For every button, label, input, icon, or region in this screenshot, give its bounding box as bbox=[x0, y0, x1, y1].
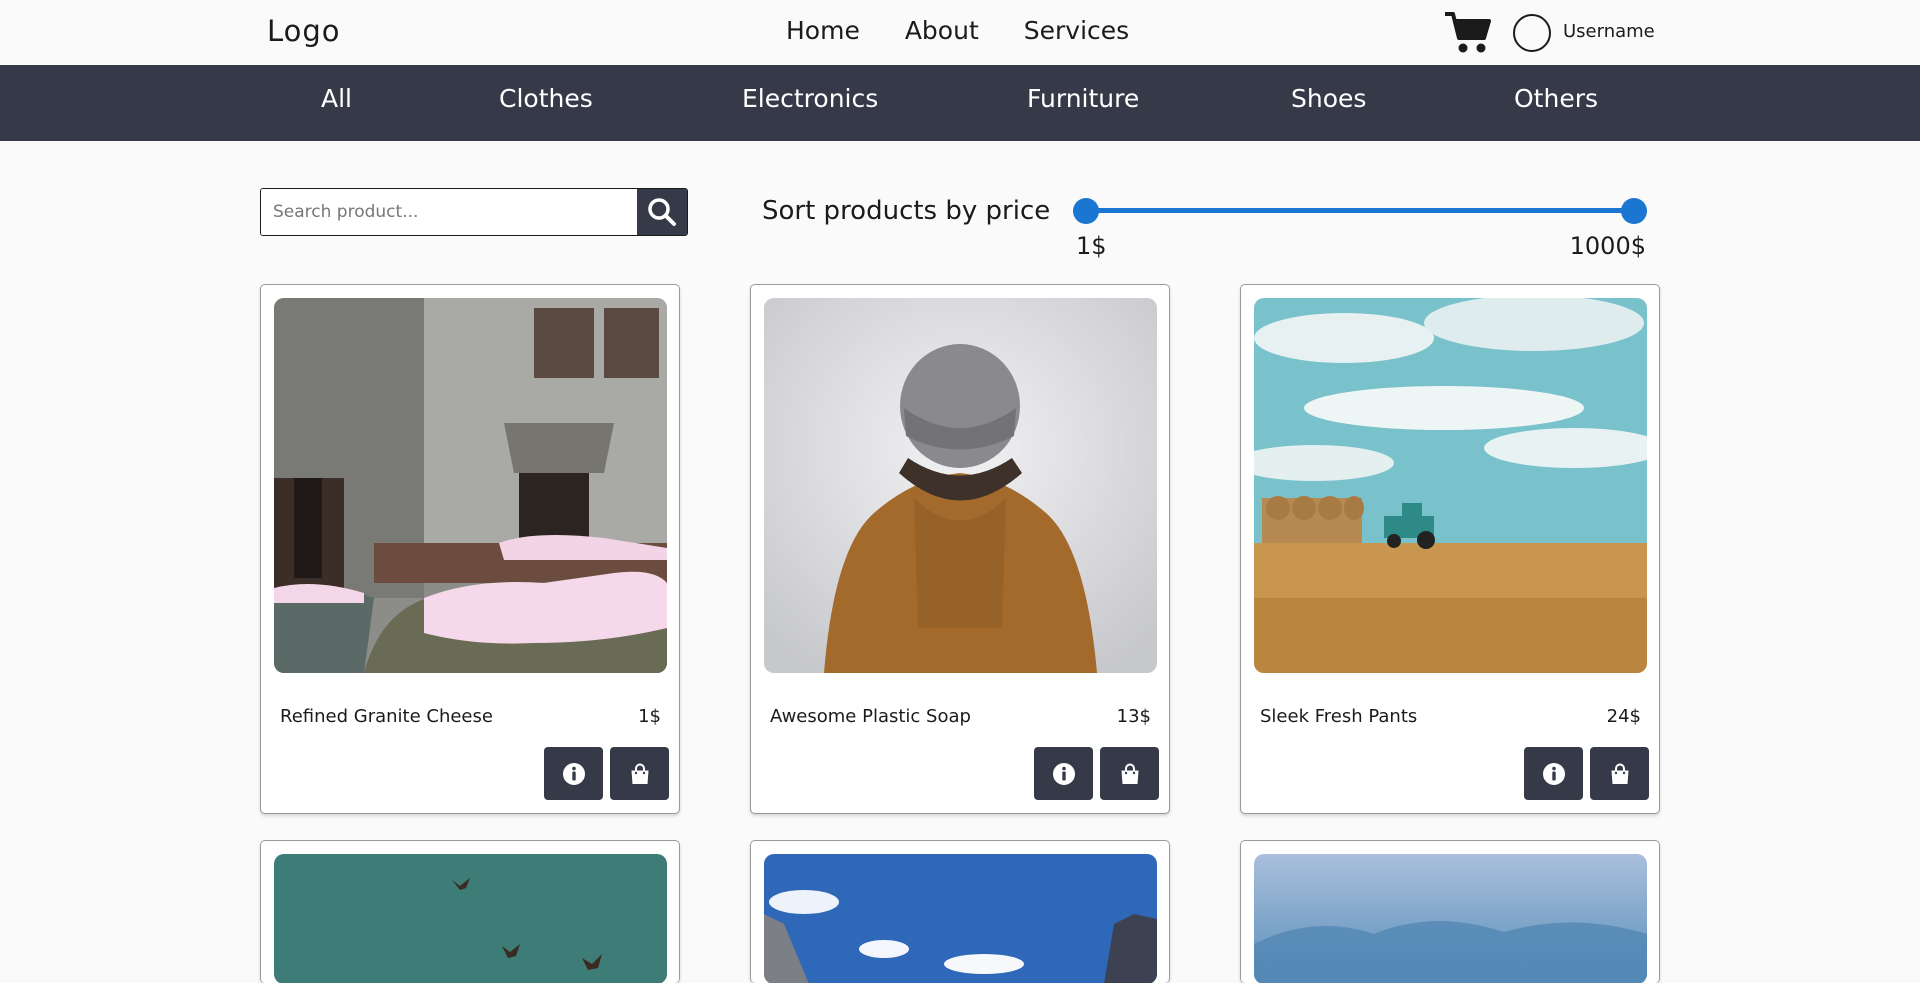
add-to-cart-button[interactable] bbox=[1100, 747, 1159, 800]
cart-icon[interactable] bbox=[1443, 9, 1493, 55]
product-info-button[interactable] bbox=[1524, 747, 1583, 800]
product-name: Awesome Plastic Soap bbox=[770, 706, 971, 727]
product-image[interactable] bbox=[1254, 298, 1647, 673]
search-icon bbox=[648, 198, 676, 226]
add-to-cart-button[interactable] bbox=[610, 747, 669, 800]
main-nav: Home About Services bbox=[786, 16, 1129, 45]
product-info-button[interactable] bbox=[1034, 747, 1093, 800]
info-icon bbox=[1542, 762, 1565, 785]
nav-link-about[interactable]: About bbox=[905, 16, 979, 45]
slider-thumb-min[interactable] bbox=[1073, 198, 1099, 224]
price-max-value: 1000$ bbox=[1569, 232, 1646, 260]
sort-price-label: Sort products by price bbox=[762, 196, 1051, 226]
nav-link-services[interactable]: Services bbox=[1024, 16, 1129, 45]
product-image[interactable] bbox=[274, 298, 667, 673]
product-image[interactable] bbox=[1254, 854, 1647, 983]
shopping-bag-icon bbox=[1611, 763, 1628, 784]
slider-track[interactable] bbox=[1075, 208, 1645, 213]
product-info-button[interactable] bbox=[544, 747, 603, 800]
info-icon bbox=[1052, 762, 1075, 785]
category-others[interactable]: Others bbox=[1514, 84, 1598, 113]
product-image[interactable] bbox=[764, 854, 1157, 983]
avatar[interactable] bbox=[1513, 14, 1551, 52]
shopping-bag-icon bbox=[631, 763, 648, 784]
slider-thumb-max[interactable] bbox=[1621, 198, 1647, 224]
shopping-bag-icon bbox=[1121, 763, 1138, 784]
product-image[interactable] bbox=[274, 854, 667, 983]
category-clothes[interactable]: Clothes bbox=[499, 84, 593, 113]
search-box bbox=[260, 188, 688, 236]
product-card bbox=[1240, 840, 1660, 983]
product-image[interactable] bbox=[764, 298, 1157, 673]
product-price: 24$ bbox=[1606, 706, 1641, 727]
search-input[interactable] bbox=[261, 189, 637, 235]
username[interactable]: Username bbox=[1563, 21, 1655, 42]
price-min-value: 1$ bbox=[1076, 232, 1107, 260]
product-name: Sleek Fresh Pants bbox=[1260, 706, 1418, 727]
logo[interactable]: Logo bbox=[267, 14, 341, 48]
search-button[interactable] bbox=[637, 189, 687, 235]
category-all[interactable]: All bbox=[321, 84, 352, 113]
product-price: 1$ bbox=[638, 706, 661, 727]
top-header: Logo Home About Services Username bbox=[0, 0, 1920, 65]
price-range-slider[interactable] bbox=[1073, 194, 1647, 226]
product-card: Refined Granite Cheese 1$ bbox=[260, 284, 680, 814]
product-card bbox=[750, 840, 1170, 983]
category-electronics[interactable]: Electronics bbox=[742, 84, 878, 113]
product-card: Sleek Fresh Pants 24$ bbox=[1240, 284, 1660, 814]
product-name: Refined Granite Cheese bbox=[280, 706, 493, 727]
category-shoes[interactable]: Shoes bbox=[1291, 84, 1366, 113]
category-bar: All Clothes Electronics Furniture Shoes … bbox=[0, 65, 1920, 141]
add-to-cart-button[interactable] bbox=[1590, 747, 1649, 800]
product-card bbox=[260, 840, 680, 983]
category-furniture[interactable]: Furniture bbox=[1027, 84, 1139, 113]
info-icon bbox=[562, 762, 585, 785]
product-price: 13$ bbox=[1116, 706, 1151, 727]
nav-link-home[interactable]: Home bbox=[786, 16, 860, 45]
product-card: Awesome Plastic Soap 13$ bbox=[750, 284, 1170, 814]
